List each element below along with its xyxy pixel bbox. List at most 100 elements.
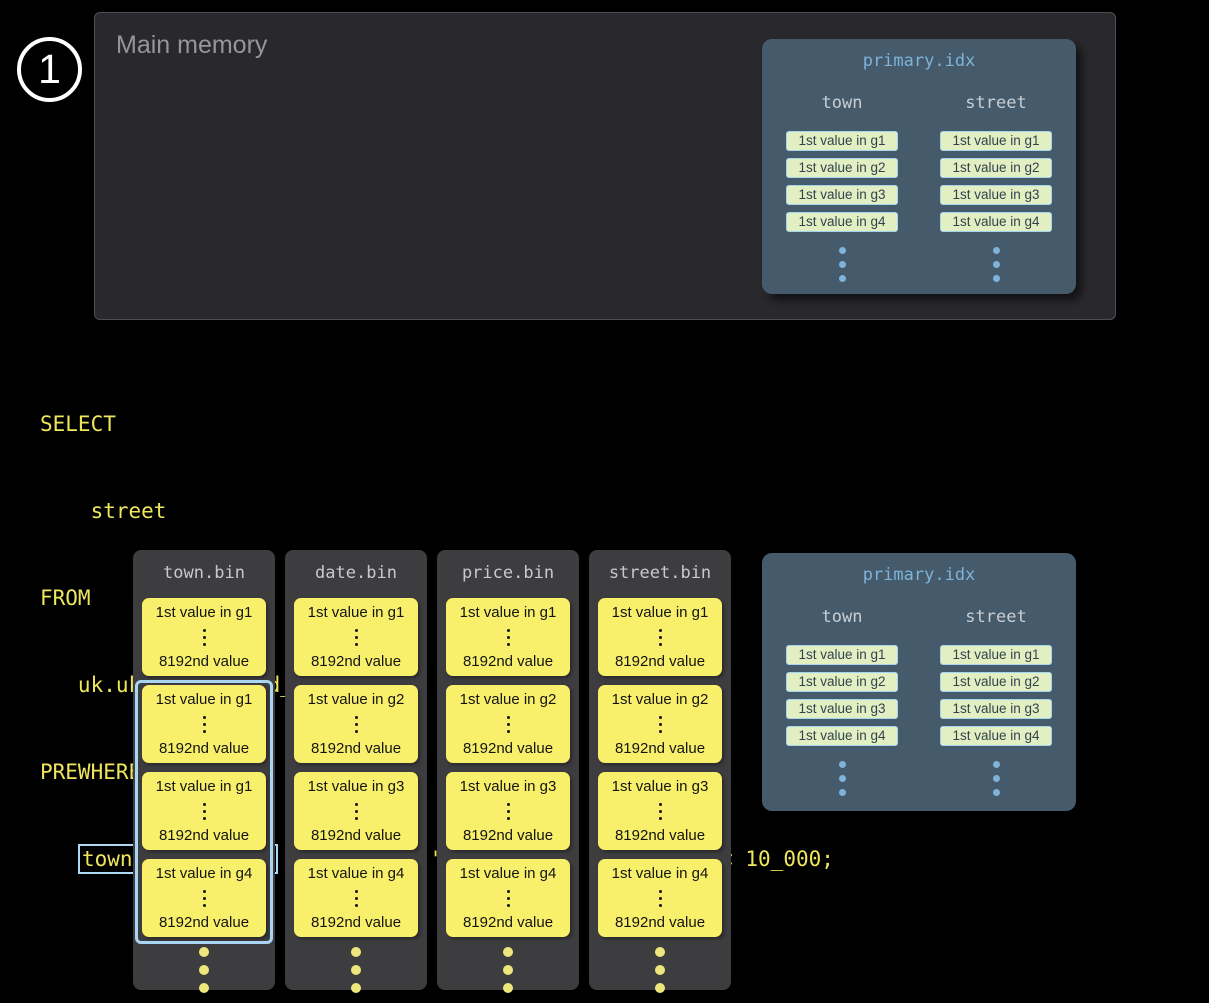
bin-column-date: date.bin 1st value in g1 8192nd value 1s… [285, 550, 427, 990]
ellipsis-dots [659, 716, 662, 733]
idx-entry: 1st value in g3 [786, 699, 898, 719]
ellipsis-dots [507, 716, 510, 733]
granule: 1st value in g1 8192nd value [142, 685, 266, 763]
idx-column-header-town: town [822, 93, 863, 113]
granule: 1st value in g3 8192nd value [446, 772, 570, 850]
bin-column-street: street.bin 1st value in g1 8192nd value … [589, 550, 731, 990]
bin-column-title: date.bin [285, 563, 427, 583]
granule: 1st value in g4 8192nd value [142, 859, 266, 937]
ellipsis-dots [203, 890, 206, 907]
granule-list: 1st value in g1 8192nd value 1st value i… [437, 598, 579, 937]
ellipsis-dots [659, 629, 662, 646]
idx-columns: town 1st value in g1 1st value in g2 1st… [762, 71, 1076, 282]
granule-last-value: 8192nd value [159, 827, 249, 844]
bin-column-title: price.bin [437, 563, 579, 583]
idx-column-town: town 1st value in g1 1st value in g2 1st… [785, 585, 899, 796]
granule-first-value: 1st value in g2 [460, 691, 557, 708]
idx-entry: 1st value in g3 [940, 185, 1052, 205]
granule-list: 1st value in g1 8192nd value 1st value i… [589, 598, 731, 937]
idx-entry: 1st value in g2 [940, 158, 1052, 178]
granule-first-value: 1st value in g4 [460, 865, 557, 882]
sql-line: SELECT [40, 410, 834, 439]
ellipsis-dots [355, 629, 358, 646]
ellipsis-dots [507, 629, 510, 646]
granule-last-value: 8192nd value [159, 653, 249, 670]
ellipsis-dots [839, 761, 846, 796]
bin-column-price: price.bin 1st value in g1 8192nd value 1… [437, 550, 579, 990]
granule-last-value: 8192nd value [463, 827, 553, 844]
bin-column-title: street.bin [589, 563, 731, 583]
idx-entry: 1st value in g3 [786, 185, 898, 205]
idx-entry: 1st value in g1 [940, 131, 1052, 151]
primary-idx-title: primary.idx [762, 565, 1076, 585]
granule: 1st value in g1 8192nd value [446, 598, 570, 676]
primary-idx-card-top: primary.idx town 1st value in g1 1st val… [762, 39, 1076, 294]
granule-last-value: 8192nd value [311, 653, 401, 670]
ellipsis-dots [355, 716, 358, 733]
clickhouse-prewhere-diagram: 1 Main memory primary.idx town 1st value… [0, 0, 1209, 1003]
granule-first-value: 1st value in g1 [156, 691, 253, 708]
ellipsis-dots [203, 629, 206, 646]
granule: 1st value in g2 8192nd value [446, 685, 570, 763]
idx-entry: 1st value in g4 [786, 726, 898, 746]
granule-last-value: 8192nd value [615, 740, 705, 757]
idx-column-header-street: street [965, 607, 1026, 627]
sql-line: street [40, 497, 834, 526]
idx-entry: 1st value in g2 [786, 158, 898, 178]
primary-idx-card-bottom: primary.idx town 1st value in g1 1st val… [762, 553, 1076, 811]
granule-first-value: 1st value in g4 [156, 865, 253, 882]
granule-last-value: 8192nd value [615, 827, 705, 844]
idx-entry: 1st value in g2 [786, 672, 898, 692]
granule-list: 1st value in g1 8192nd value 1st value i… [133, 598, 275, 937]
idx-column-street: street 1st value in g1 1st value in g2 1… [939, 585, 1053, 796]
granule-last-value: 8192nd value [159, 740, 249, 757]
ellipsis-dots [285, 947, 427, 993]
granule-first-value: 1st value in g1 [156, 778, 253, 795]
granule-first-value: 1st value in g4 [612, 865, 709, 882]
ellipsis-dots [839, 247, 846, 282]
idx-column-header-town: town [822, 607, 863, 627]
granule-last-value: 8192nd value [615, 653, 705, 670]
granule-last-value: 8192nd value [311, 827, 401, 844]
granule-last-value: 8192nd value [463, 653, 553, 670]
ellipsis-dots [203, 716, 206, 733]
ellipsis-dots [589, 947, 731, 993]
granule-first-value: 1st value in g3 [308, 778, 405, 795]
granule: 1st value in g4 8192nd value [446, 859, 570, 937]
idx-entry: 1st value in g2 [940, 672, 1052, 692]
ellipsis-dots [659, 890, 662, 907]
granule: 1st value in g1 8192nd value [142, 598, 266, 676]
granule-first-value: 1st value in g4 [308, 865, 405, 882]
granule-last-value: 8192nd value [463, 740, 553, 757]
step-number: 1 [38, 46, 61, 93]
idx-entry: 1st value in g4 [786, 212, 898, 232]
granule-first-value: 1st value in g1 [612, 604, 709, 621]
idx-entry: 1st value in g4 [940, 726, 1052, 746]
granule-list: 1st value in g1 8192nd value 1st value i… [285, 598, 427, 937]
idx-entry: 1st value in g1 [786, 645, 898, 665]
ellipsis-dots [203, 803, 206, 820]
ellipsis-dots [659, 803, 662, 820]
bin-column-town: town.bin 1st value in g1 8192nd value 1s… [133, 550, 275, 990]
granule-first-value: 1st value in g2 [612, 691, 709, 708]
granule-first-value: 1st value in g2 [308, 691, 405, 708]
granule-first-value: 1st value in g3 [460, 778, 557, 795]
granule-first-value: 1st value in g3 [612, 778, 709, 795]
sql-indent [40, 847, 78, 871]
ellipsis-dots [133, 947, 275, 993]
bin-column-title: town.bin [133, 563, 275, 583]
granule-first-value: 1st value in g1 [460, 604, 557, 621]
granule-first-value: 1st value in g1 [308, 604, 405, 621]
idx-column-header-street: street [965, 93, 1026, 113]
granule-last-value: 8192nd value [311, 740, 401, 757]
ellipsis-dots [993, 761, 1000, 796]
granule: 1st value in g2 8192nd value [598, 685, 722, 763]
granule-last-value: 8192nd value [159, 914, 249, 931]
idx-columns: town 1st value in g1 1st value in g2 1st… [762, 585, 1076, 796]
granule: 1st value in g1 8192nd value [142, 772, 266, 850]
ellipsis-dots [355, 803, 358, 820]
idx-column-town: town 1st value in g1 1st value in g2 1st… [785, 71, 899, 282]
granule: 1st value in g2 8192nd value [294, 685, 418, 763]
idx-column-street: street 1st value in g1 1st value in g2 1… [939, 71, 1053, 282]
granule-last-value: 8192nd value [615, 914, 705, 931]
